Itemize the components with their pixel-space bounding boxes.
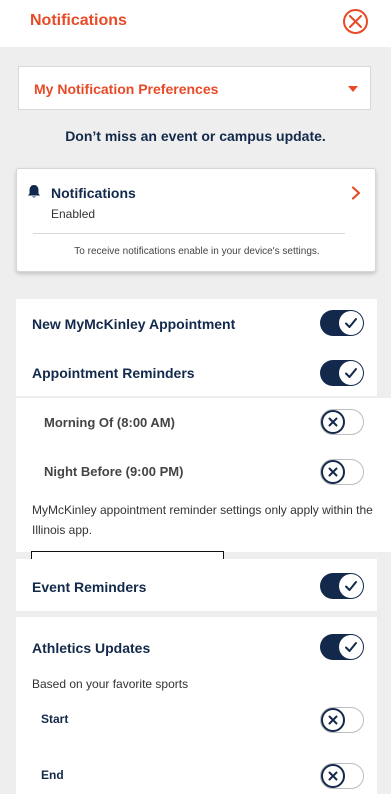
morning-of-label: Morning Of (8:00 AM) xyxy=(44,415,175,430)
new-appointment-toggle[interactable] xyxy=(320,310,364,336)
morning-of-toggle[interactable] xyxy=(320,409,364,435)
notifications-hint: To receive notifications enable in your … xyxy=(74,246,320,257)
night-before-toggle[interactable] xyxy=(320,459,364,485)
close-button[interactable] xyxy=(343,9,368,34)
night-before-label: Night Before (9:00 PM) xyxy=(44,464,184,479)
tagline: Don’t miss an event or campus update. xyxy=(65,128,326,144)
notifications-status: Enabled xyxy=(51,207,96,221)
x-icon xyxy=(328,715,338,725)
event-reminders-label: Event Reminders xyxy=(32,579,147,595)
end-label: End xyxy=(41,768,64,782)
event-reminders-section: Event Reminders xyxy=(16,559,377,611)
chevron-right-icon[interactable] xyxy=(351,186,361,200)
x-icon xyxy=(328,467,338,477)
check-icon xyxy=(345,318,357,328)
preferences-label: My Notification Preferences xyxy=(34,81,219,97)
check-icon xyxy=(345,368,357,378)
reminder-times-section: Morning Of (8:00 AM) Night Before (9:00 … xyxy=(16,398,391,552)
check-icon xyxy=(345,581,357,591)
appointment-reminders-toggle[interactable] xyxy=(320,360,364,386)
close-icon xyxy=(349,15,362,28)
new-appointment-label: New MyMcKinley Appointment xyxy=(32,316,236,332)
event-reminders-toggle[interactable] xyxy=(320,573,364,599)
athletics-note: Based on your favorite sports xyxy=(32,677,189,691)
page-title: Notifications xyxy=(30,12,127,29)
start-toggle[interactable] xyxy=(320,707,364,733)
appointments-section: New MyMcKinley Appointment Appointment R… xyxy=(16,299,377,396)
bell-icon xyxy=(28,185,40,198)
notifications-card[interactable]: Notifications Enabled To receive notific… xyxy=(16,168,376,272)
caret-down-icon xyxy=(348,86,358,92)
athletics-updates-toggle[interactable] xyxy=(320,634,364,660)
athletics-section: Athletics Updates Based on your favorite… xyxy=(16,617,377,794)
x-icon xyxy=(328,771,338,781)
notifications-card-title: Notifications xyxy=(51,185,136,201)
header-bar: Notifications xyxy=(0,0,391,47)
reminder-note: MyMcKinley appointment reminder settings… xyxy=(32,503,373,537)
athletics-updates-label: Athletics Updates xyxy=(32,640,151,656)
x-icon xyxy=(328,417,338,427)
check-icon xyxy=(345,642,357,652)
start-label: Start xyxy=(41,712,69,726)
end-toggle[interactable] xyxy=(320,763,364,789)
appointment-reminders-label: Appointment Reminders xyxy=(32,365,195,381)
preferences-dropdown[interactable]: My Notification Preferences xyxy=(18,66,371,110)
divider xyxy=(33,233,345,234)
